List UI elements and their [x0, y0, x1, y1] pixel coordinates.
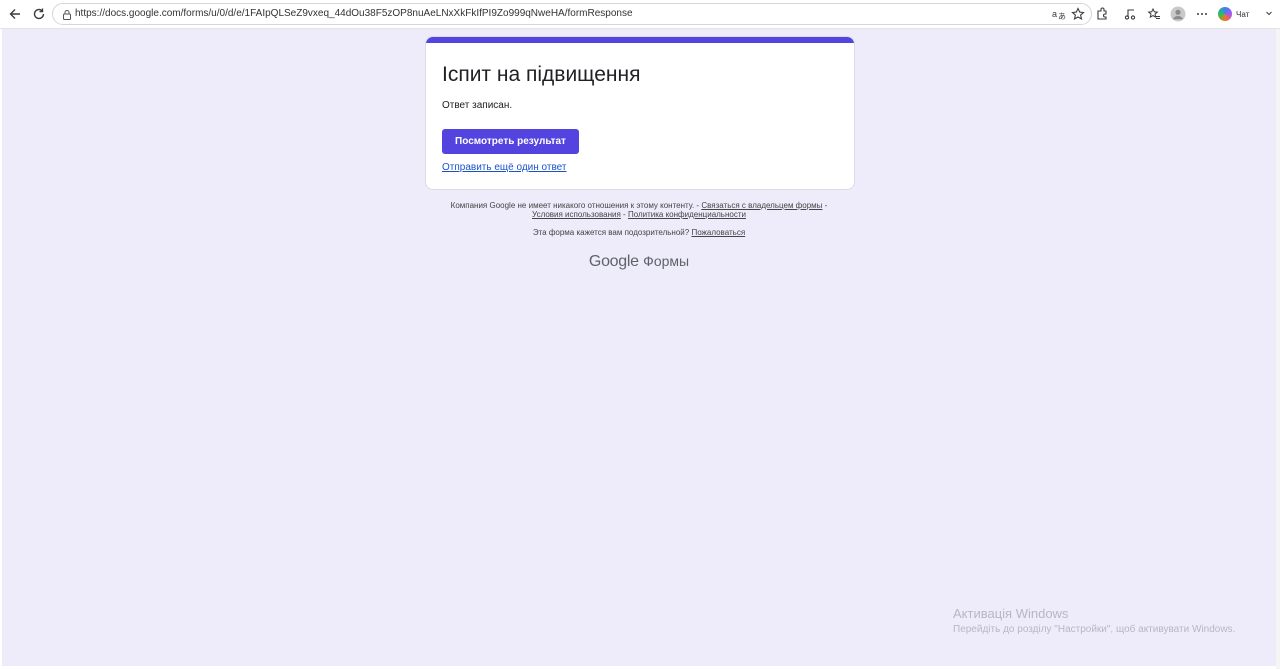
footer-links-line: Условия использования - Политика конфиде…: [2, 210, 1276, 219]
back-icon[interactable]: [4, 4, 26, 24]
media-icon[interactable]: [1119, 4, 1141, 24]
terms-link[interactable]: Условия использования: [532, 210, 621, 219]
footer-disclaimer-line: Компания Google не имеет никакого отноше…: [2, 201, 1276, 210]
profile-avatar-icon[interactable]: [1167, 4, 1189, 24]
chat-label: Чат: [1236, 9, 1250, 19]
separator: -: [623, 210, 626, 219]
favorites-icon[interactable]: [1143, 4, 1165, 24]
reload-icon[interactable]: [28, 4, 50, 24]
windows-activation-watermark: Активація Windows Перейдіть до розділу "…: [953, 606, 1235, 635]
response-recorded-message: Ответ записан.: [442, 100, 513, 111]
brand-forms: Формы: [643, 253, 690, 269]
extensions-icon[interactable]: [1091, 4, 1113, 24]
more-icon[interactable]: [1191, 4, 1213, 24]
contact-owner-link[interactable]: Связаться с владельцем формы: [701, 201, 822, 210]
activation-title: Активація Windows: [953, 606, 1069, 621]
confirmation-card: Іспит на підвищення Ответ записан. Посмо…: [425, 36, 855, 190]
separator: -: [824, 201, 828, 210]
copilot-chat-button[interactable]: Чат: [1218, 5, 1273, 23]
favorite-star-icon[interactable]: [1067, 4, 1089, 24]
view-result-button[interactable]: Посмотреть результат: [442, 129, 579, 154]
svg-text:あ: あ: [1058, 12, 1066, 21]
card-accent-stripe: [426, 37, 854, 43]
disclaimer-text: Компания Google не имеет никакого отноше…: [450, 201, 700, 210]
copilot-icon: [1218, 7, 1232, 21]
browser-toolbar: https://docs.google.com/forms/u/0/d/e/1F…: [0, 0, 1280, 29]
google-forms-logo[interactable]: Google Формы: [2, 253, 1276, 271]
submit-another-response-link[interactable]: Отправить ещё один ответ: [442, 162, 567, 173]
activation-subtitle: Перейдіть до розділу "Настройки", щоб ак…: [953, 624, 1236, 635]
address-bar[interactable]: https://docs.google.com/forms/u/0/d/e/1F…: [52, 3, 1092, 25]
report-abuse-link[interactable]: Пожаловаться: [691, 228, 745, 237]
footer-report-line: Эта форма кажется вам подозрительной? По…: [2, 228, 1276, 237]
page-content: Іспит на підвищення Ответ записан. Посмо…: [2, 29, 1276, 666]
scrollbar-track[interactable]: [1276, 29, 1280, 669]
suspicious-text: Эта форма кажется вам подозрительной?: [532, 228, 690, 237]
url-text[interactable]: https://docs.google.com/forms/u/0/d/e/1F…: [75, 8, 633, 19]
lock-icon[interactable]: [61, 8, 73, 20]
chevron-down-icon[interactable]: [1265, 9, 1273, 19]
privacy-link[interactable]: Политика конфиденциальности: [628, 210, 746, 219]
form-title: Іспит на підвищення: [442, 63, 641, 86]
brand-google: Google: [588, 253, 639, 270]
svg-text:a: a: [1052, 9, 1057, 19]
